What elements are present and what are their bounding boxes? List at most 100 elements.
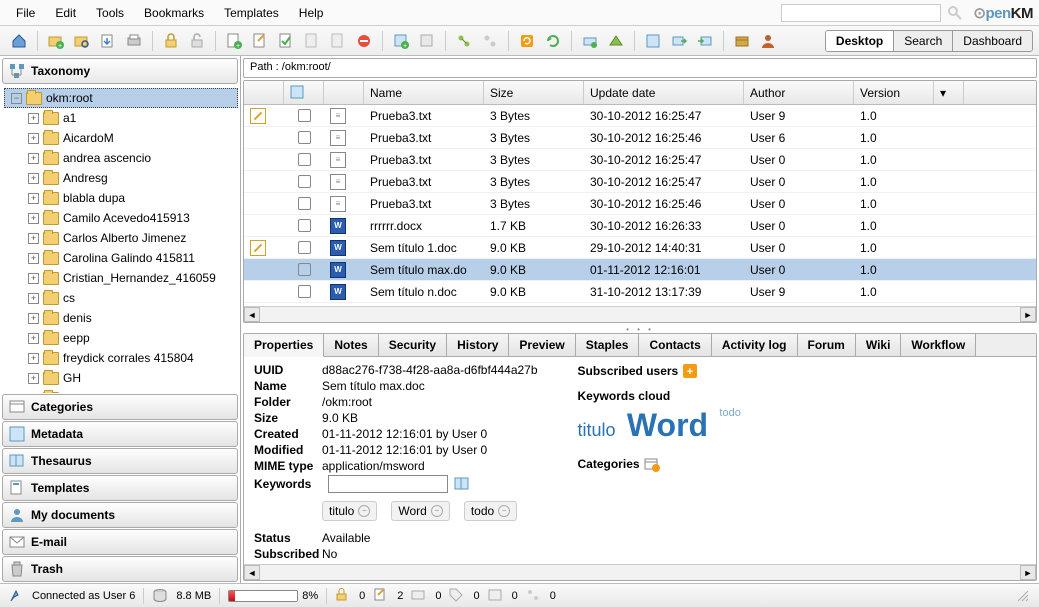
tree-node[interactable]: +cs xyxy=(4,288,238,308)
accordion-my-documents[interactable]: My documents xyxy=(2,502,238,528)
accordion-templates[interactable]: Templates xyxy=(2,475,238,501)
viewtab-search[interactable]: Search xyxy=(893,31,952,51)
col-header[interactable]: Version xyxy=(854,81,934,104)
import-icon[interactable] xyxy=(694,30,716,52)
expand-icon[interactable]: + xyxy=(28,213,39,224)
detail-tab-preview[interactable]: Preview xyxy=(509,334,575,356)
expand-icon[interactable]: + xyxy=(28,313,39,324)
row-checkbox[interactable] xyxy=(298,175,311,188)
thesaurus-lookup-icon[interactable] xyxy=(454,476,470,492)
expand-icon[interactable]: + xyxy=(28,173,39,184)
tree-root[interactable]: − okm:root xyxy=(4,88,238,108)
tree-node[interactable]: +Carolina Galindo 415811 xyxy=(4,248,238,268)
properties-remove-icon[interactable] xyxy=(416,30,438,52)
add-doc-icon[interactable]: + xyxy=(223,30,245,52)
remove-keyword-icon[interactable]: − xyxy=(498,505,510,517)
detail-tab-properties[interactable]: Properties xyxy=(244,334,324,357)
detail-tab-staples[interactable]: Staples xyxy=(576,334,640,356)
menu-file[interactable]: File xyxy=(6,2,45,24)
col-header[interactable] xyxy=(284,81,324,104)
expand-icon[interactable]: + xyxy=(28,193,39,204)
detail-tab-wiki[interactable]: Wiki xyxy=(856,334,902,356)
accordion-thesaurus[interactable]: Thesaurus xyxy=(2,448,238,474)
box-icon[interactable] xyxy=(731,30,753,52)
remove-keyword-icon[interactable]: − xyxy=(431,505,443,517)
new-folder-icon[interactable]: + xyxy=(45,30,67,52)
expand-icon[interactable]: + xyxy=(28,293,39,304)
resize-grip-icon[interactable] xyxy=(1015,588,1031,604)
accordion-categories[interactable]: Categories xyxy=(2,394,238,420)
expand-icon[interactable]: + xyxy=(28,113,39,124)
file-row[interactable]: ≡Prueba3.txt3 Bytes30-10-2012 16:25:46Us… xyxy=(244,193,1036,215)
remove-keyword-icon[interactable]: − xyxy=(358,505,370,517)
add-category-icon[interactable] xyxy=(644,456,660,472)
tree-node[interactable]: +Camilo Acevedo415913 xyxy=(4,208,238,228)
col-header[interactable]: Update date xyxy=(584,81,744,104)
file-row[interactable]: Wrrrrrr.docx1.7 KB30-10-2012 16:26:33Use… xyxy=(244,215,1036,237)
detail-tab-security[interactable]: Security xyxy=(379,334,447,356)
workflow-running-icon[interactable] xyxy=(479,30,501,52)
file-row[interactable]: ≡Prueba3.txt3 Bytes30-10-2012 16:25:46Us… xyxy=(244,127,1036,149)
tree-node[interactable]: +freydick corrales 415804 xyxy=(4,348,238,368)
file-row[interactable]: ≡Prueba3.txt3 Bytes30-10-2012 16:25:47Us… xyxy=(244,149,1036,171)
tree-node[interactable]: +andrea ascencio xyxy=(4,148,238,168)
splitter[interactable]: • • • xyxy=(241,325,1039,333)
file-row[interactable]: ≡Prueba3.txt3 Bytes30-10-2012 16:25:47Us… xyxy=(244,105,1036,127)
col-header[interactable]: ▾ xyxy=(934,81,964,104)
row-checkbox[interactable] xyxy=(298,131,311,144)
lock-icon[interactable] xyxy=(160,30,182,52)
print-icon[interactable] xyxy=(123,30,145,52)
expand-icon[interactable]: + xyxy=(28,133,39,144)
checkin-icon[interactable] xyxy=(275,30,297,52)
tree-node[interactable]: +blabla dupa xyxy=(4,188,238,208)
col-header[interactable]: Name xyxy=(364,81,484,104)
unlock-icon[interactable] xyxy=(186,30,208,52)
cancel-checkout-icon[interactable] xyxy=(301,30,323,52)
scanner-icon[interactable] xyxy=(579,30,601,52)
add-subscriber-icon[interactable]: + xyxy=(682,363,698,379)
detail-tab-history[interactable]: History xyxy=(447,334,509,356)
col-header[interactable]: Size xyxy=(484,81,584,104)
grid-hscroll[interactable]: ◄► xyxy=(244,306,1036,322)
expand-icon[interactable]: + xyxy=(28,373,39,384)
accordion-metadata[interactable]: Metadata xyxy=(2,421,238,447)
row-checkbox[interactable] xyxy=(298,197,311,210)
menu-help[interactable]: Help xyxy=(289,2,334,24)
delete-icon[interactable] xyxy=(353,30,375,52)
tree-node[interactable]: +eepp xyxy=(4,328,238,348)
checkout-icon[interactable] xyxy=(249,30,271,52)
expand-icon[interactable]: + xyxy=(28,253,39,264)
user-icon[interactable] xyxy=(757,30,779,52)
col-header[interactable] xyxy=(324,81,364,104)
collapse-icon[interactable]: − xyxy=(11,93,22,104)
expand-icon[interactable]: + xyxy=(28,233,39,244)
file-row[interactable]: WSem título n.doc9.0 KB31-10-2012 13:17:… xyxy=(244,281,1036,303)
export-icon[interactable] xyxy=(668,30,690,52)
detail-tab-forum[interactable]: Forum xyxy=(798,334,856,356)
tree-node[interactable]: +a1 xyxy=(4,108,238,128)
expand-icon[interactable]: + xyxy=(28,333,39,344)
refresh-tree-icon[interactable] xyxy=(542,30,564,52)
row-checkbox[interactable] xyxy=(298,285,311,298)
tree-node[interactable]: +denis xyxy=(4,308,238,328)
find-folder-icon[interactable] xyxy=(71,30,93,52)
row-checkbox[interactable] xyxy=(298,263,311,276)
detail-tab-workflow[interactable]: Workflow xyxy=(901,334,976,356)
row-checkbox[interactable] xyxy=(298,241,311,254)
detail-tab-contacts[interactable]: Contacts xyxy=(639,334,711,356)
global-search-input[interactable] xyxy=(781,4,941,22)
doc-minus-icon[interactable] xyxy=(327,30,349,52)
viewtab-desktop[interactable]: Desktop xyxy=(826,31,893,51)
accordion-e-mail[interactable]: E-mail xyxy=(2,529,238,555)
detail-tab-activity-log[interactable]: Activity log xyxy=(712,334,798,356)
detail-hscroll[interactable]: ◄► xyxy=(244,564,1036,580)
tree-node[interactable]: +GH xyxy=(4,368,238,388)
col-header[interactable] xyxy=(244,81,284,104)
file-row[interactable]: WSem título 1.doc9.0 KB29-10-2012 14:40:… xyxy=(244,237,1036,259)
tree-node[interactable]: +AicardoM xyxy=(4,128,238,148)
expand-icon[interactable]: + xyxy=(28,273,39,284)
file-row[interactable]: WSem título max.do9.0 KB01-11-2012 12:16… xyxy=(244,259,1036,281)
omr-icon[interactable] xyxy=(642,30,664,52)
row-checkbox[interactable] xyxy=(298,153,311,166)
expand-icon[interactable]: + xyxy=(28,153,39,164)
